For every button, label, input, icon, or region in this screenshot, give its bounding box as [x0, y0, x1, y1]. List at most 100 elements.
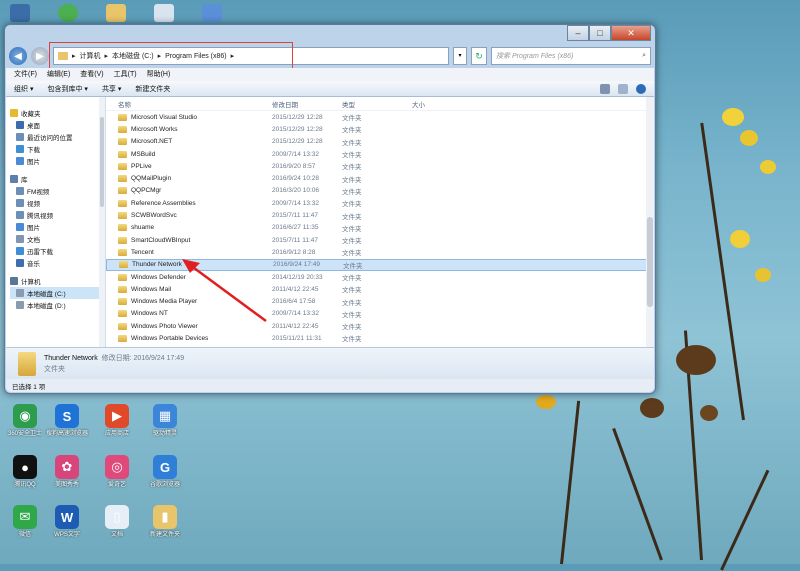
column-header: 名称 修改日期 类型 大小: [106, 97, 654, 111]
breadcrumb-computer[interactable]: 计算机: [80, 51, 101, 61]
desktop-shortcut[interactable]: ▶ 应用商店: [96, 404, 138, 438]
file-row[interactable]: Windows Mail 2011/4/12 22:45 文件夹: [106, 283, 654, 295]
file-row[interactable]: Windows Photo Viewer 2011/4/12 22:45 文件夹: [106, 320, 654, 332]
nav-item[interactable]: 最近访问的位置: [10, 131, 105, 143]
file-name: Windows Defender: [131, 273, 186, 281]
file-row[interactable]: SCWBWordSvc 2015/7/11 11:47 文件夹: [106, 209, 654, 221]
file-icon[interactable]: [154, 4, 174, 22]
file-row[interactable]: Windows Media Player 2016/6/4 17:58 文件夹: [106, 295, 654, 307]
nav-item[interactable]: 本地磁盘 (D:): [10, 299, 105, 311]
nav-item[interactable]: 桌面: [10, 119, 105, 131]
desktop-shortcut[interactable]: ◎ 爱奇艺: [96, 455, 138, 489]
file-date: 2016/6/27 11:35: [272, 224, 319, 232]
desktop-shortcut[interactable]: ✿ 美图秀秀: [46, 455, 88, 489]
file-row[interactable]: shuame 2016/6/27 11:35 文件夹: [106, 222, 654, 234]
file-row[interactable]: Microsoft Visual Studio 2015/12/29 12:28 文…: [106, 111, 654, 123]
desktop-shortcut-label: 应用商店: [104, 431, 129, 437]
help-icon[interactable]: [636, 83, 646, 94]
include-in-library-button[interactable]: 包含到库中 ▾: [47, 84, 87, 94]
share-button[interactable]: 共享 ▾: [102, 84, 121, 94]
file-date: 2016/9/24 17:49: [273, 261, 320, 269]
back-button[interactable]: ◀: [9, 47, 27, 65]
nav-item[interactable]: 视频: [10, 197, 105, 209]
nav-item-label: 计算机: [21, 279, 41, 286]
desktop-shortcut[interactable]: S 搜狗高速浏览器: [46, 404, 88, 438]
close-button[interactable]: ✕: [611, 25, 651, 41]
file-row[interactable]: Windows NT 2009/7/14 13:32 文件夹: [106, 308, 654, 320]
column-date[interactable]: 修改日期: [272, 99, 342, 109]
menu-help[interactable]: 帮助(H): [147, 69, 171, 80]
nav-item[interactable]: 下载: [10, 143, 105, 155]
desktop-shortcut[interactable]: G 谷歌浏览器: [144, 455, 186, 489]
desktop-shortcut[interactable]: ▮ 新建文件夹: [144, 505, 186, 539]
preview-pane-icon[interactable]: [618, 83, 628, 94]
file-row[interactable]: PPLive 2016/9/20 8:57 文件夹: [106, 160, 654, 172]
forward-button[interactable]: ▶: [31, 47, 49, 65]
file-date: 2015/7/11 11:47: [272, 212, 319, 220]
nav-scroll-thumb[interactable]: [100, 117, 104, 207]
desktop-shortcut[interactable]: ▯ 文档: [96, 505, 138, 539]
file-row[interactable]: Microsoft Works 2015/12/29 12:28 文件夹: [106, 123, 654, 135]
file-row[interactable]: QQMailPlugin 2016/9/24 10:28 文件夹: [106, 172, 654, 184]
menu-edit[interactable]: 编辑(E): [47, 69, 70, 80]
breadcrumb-drive[interactable]: 本地磁盘 (C:): [112, 51, 154, 61]
nav-item[interactable]: 图片: [10, 221, 105, 233]
nav-item[interactable]: 图片: [10, 155, 105, 167]
breadcrumb-folder[interactable]: Program Files (x86): [165, 53, 226, 60]
file-row[interactable]: Microsoft.NET 2015/12/29 12:28 文件夹: [106, 136, 654, 148]
top-desktop-icons: [10, 4, 222, 22]
document-icon[interactable]: [106, 4, 126, 22]
file-date: 2014/12/19 20:33: [272, 273, 323, 281]
address-dropdown-button[interactable]: ▾: [453, 47, 467, 65]
nav-item[interactable]: 腾讯视频: [10, 209, 105, 221]
desktop-shortcut[interactable]: ● 腾讯QQ: [4, 455, 46, 489]
desktop-shortcut[interactable]: W WPS文字: [46, 505, 88, 539]
nav-item[interactable]: 库: [10, 173, 105, 185]
nav-item-label: 下载: [27, 147, 40, 154]
nav-item[interactable]: 本地磁盘 (C:): [10, 287, 105, 299]
menu-file[interactable]: 文件(F): [14, 69, 37, 80]
menu-tools[interactable]: 工具(T): [114, 69, 137, 80]
view-options-icon[interactable]: [600, 83, 610, 94]
app-icon: ▮: [153, 505, 177, 529]
nav-item[interactable]: 迅雷下载: [10, 245, 105, 257]
file-name-cell: Windows Media Player: [118, 298, 272, 306]
organize-button[interactable]: 组织 ▾: [14, 84, 33, 94]
nav-item[interactable]: 计算机: [10, 275, 105, 287]
file-row[interactable]: Thunder Network 2016/9/24 17:49 文件夹: [106, 258, 654, 271]
file-row[interactable]: Windows Defender 2014/12/19 20:33 文件夹: [106, 271, 654, 283]
file-type: 文件夹: [342, 299, 362, 307]
column-size[interactable]: 大小: [412, 99, 472, 109]
maximize-button[interactable]: □: [589, 25, 611, 41]
nav-item[interactable]: 音乐: [10, 257, 105, 269]
refresh-button[interactable]: ↻: [471, 47, 487, 65]
folder-icon: [58, 52, 68, 60]
nav-item[interactable]: 文档: [10, 233, 105, 245]
minimize-button[interactable]: –: [567, 25, 589, 41]
vertical-scrollbar[interactable]: [646, 97, 654, 347]
column-name[interactable]: 名称: [118, 99, 272, 109]
file-row[interactable]: MSBuild 2009/7/14 13:32 文件夹: [106, 148, 654, 160]
browser-icon[interactable]: [58, 4, 78, 22]
nav-item[interactable]: 收藏夹: [10, 107, 105, 119]
file-row[interactable]: Reference Assemblies 2009/7/14 13:32 文件夹: [106, 197, 654, 209]
search-input[interactable]: 搜索 Program Files (x86) ⌕: [491, 47, 651, 65]
file-row[interactable]: QQPCMgr 2016/3/20 10:06 文件夹: [106, 185, 654, 197]
scroll-thumb[interactable]: [647, 217, 653, 307]
file-row[interactable]: Windows Portable Devices 2015/11/21 11:31…: [106, 332, 654, 344]
nav-item[interactable]: FM视频: [10, 185, 105, 197]
new-folder-button[interactable]: 新建文件夹: [135, 84, 170, 94]
file-row[interactable]: SmartCloudWBInput 2015/7/11 11:47 文件夹: [106, 234, 654, 246]
desktop-shortcut[interactable]: ◉ 360安全卫士: [4, 404, 46, 438]
computer-icon[interactable]: [10, 4, 30, 22]
desktop-shortcut[interactable]: ▦ 驱动精灵: [144, 404, 186, 438]
address-bar[interactable]: ▸ 计算机 ▸ 本地磁盘 (C:) ▸ Program Files (x86) …: [53, 47, 449, 65]
nav-scrollbar[interactable]: [99, 97, 105, 347]
file-row[interactable]: Tencent 2016/9/12 8:28 文件夹: [106, 246, 654, 258]
desktop-shortcut[interactable]: ✉ 微信: [4, 505, 46, 539]
folder-icon: [118, 187, 127, 195]
file-name: shuame: [131, 224, 155, 232]
app-icon[interactable]: [202, 4, 222, 22]
menu-view[interactable]: 查看(V): [80, 69, 103, 80]
column-type[interactable]: 类型: [342, 99, 412, 109]
